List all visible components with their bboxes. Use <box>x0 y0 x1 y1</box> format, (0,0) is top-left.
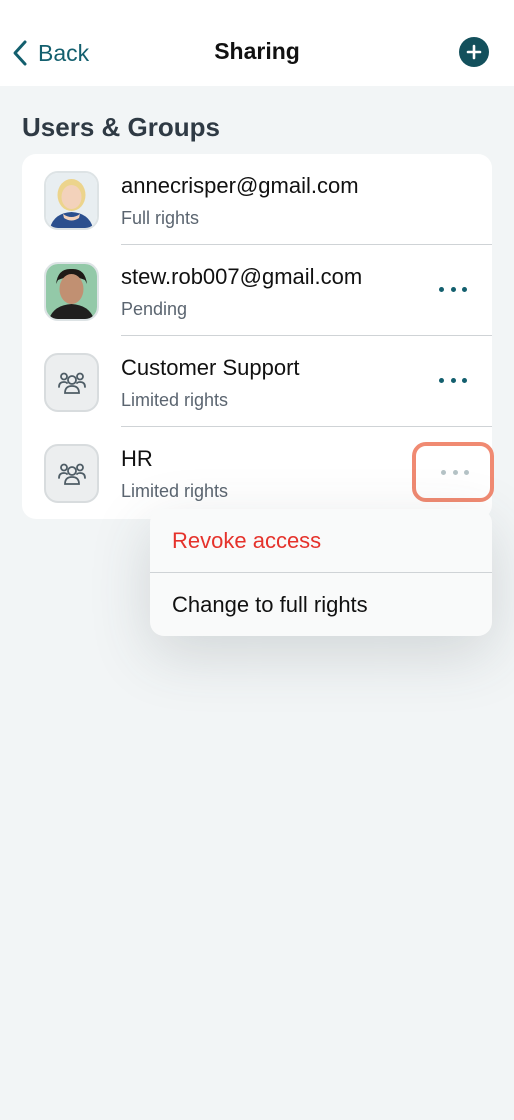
avatar <box>44 353 99 412</box>
row-permission: Limited rights <box>121 390 229 410</box>
group-icon <box>57 463 86 485</box>
dot <box>441 469 446 475</box>
page-title: Sharing <box>214 38 300 64</box>
avatar <box>44 262 99 321</box>
row-permission: Limited rights <box>121 481 229 501</box>
navigation-bar: Back Sharing <box>0 0 514 86</box>
change-to-full-rights-menu-item[interactable]: Change to full rights <box>150 573 492 636</box>
revoke-access-menu-item[interactable]: Revoke access <box>150 509 492 572</box>
row-name: HR <box>121 446 153 471</box>
man-photo <box>46 264 97 319</box>
woman-photo <box>46 173 97 228</box>
more-options-button[interactable] <box>436 279 470 299</box>
ellipsis-icon <box>438 462 472 482</box>
plus-icon <box>466 44 482 60</box>
more-options-button-active[interactable] <box>412 442 494 502</box>
more-options-button[interactable] <box>436 370 470 390</box>
dot <box>462 286 467 292</box>
avatar <box>44 444 99 503</box>
avatar <box>44 171 99 230</box>
section-title: Users & Groups <box>22 112 220 142</box>
add-user-button[interactable] <box>459 37 489 67</box>
list-item-customer-support[interactable]: Customer Support Limited rights <box>22 336 492 427</box>
row-name: stew.rob007@gmail.com <box>121 264 363 289</box>
dot <box>439 286 444 292</box>
list-item-stewrob[interactable]: stew.rob007@gmail.com Pending <box>22 245 492 336</box>
dot <box>452 469 458 475</box>
list-item-annecrisper[interactable]: annecrisper@gmail.com Full rights <box>22 154 492 245</box>
group-icon <box>57 372 86 394</box>
dot <box>462 377 467 383</box>
row-name: Customer Support <box>121 355 300 380</box>
row-status: Pending <box>121 299 188 319</box>
context-menu: Revoke access Change to full rights <box>150 509 492 636</box>
dot <box>439 377 444 383</box>
dot <box>450 286 456 292</box>
dot <box>464 469 469 475</box>
row-name: annecrisper@gmail.com <box>121 173 359 198</box>
row-permission: Full rights <box>121 208 200 228</box>
dot <box>450 377 456 383</box>
